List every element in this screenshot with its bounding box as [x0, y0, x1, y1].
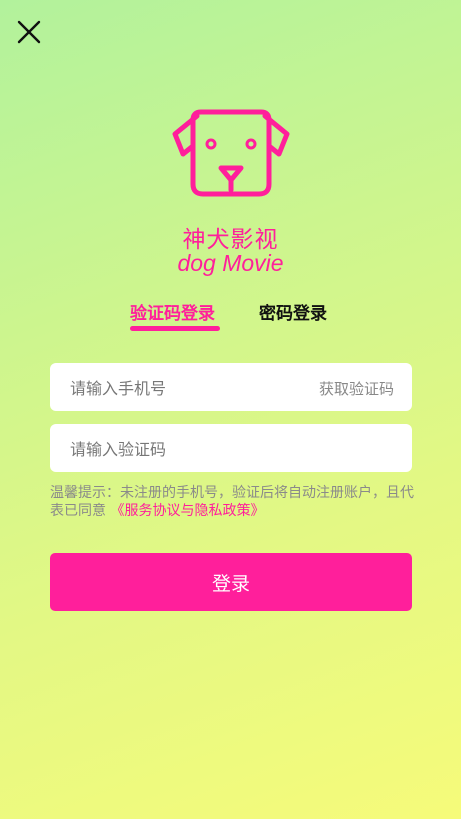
phone-field-container: 获取验证码: [50, 363, 412, 413]
close-icon[interactable]: [14, 16, 46, 48]
get-code-button[interactable]: 获取验证码: [319, 378, 394, 399]
login-button[interactable]: 登录: [50, 553, 412, 611]
tab-sms-login[interactable]: 验证码登录: [130, 299, 215, 324]
app-name: 神犬影视: [182, 227, 279, 253]
verification-code-input[interactable]: [68, 424, 302, 474]
code-field-container: [50, 424, 412, 474]
tab-password-login[interactable]: 密码登录: [259, 299, 327, 324]
policy-link[interactable]: 《服务协议与隐私政策》: [110, 503, 264, 519]
app-subtitle: dog Movie: [177, 250, 284, 276]
active-tab-indicator: [130, 326, 220, 331]
dog-face-icon: [172, 109, 290, 197]
notice-text: 温馨提示：未注册的手机号，验证后将自动注册账户，且代表已同意 《服务协议与隐私政…: [50, 484, 415, 520]
phone-input[interactable]: [68, 363, 302, 413]
